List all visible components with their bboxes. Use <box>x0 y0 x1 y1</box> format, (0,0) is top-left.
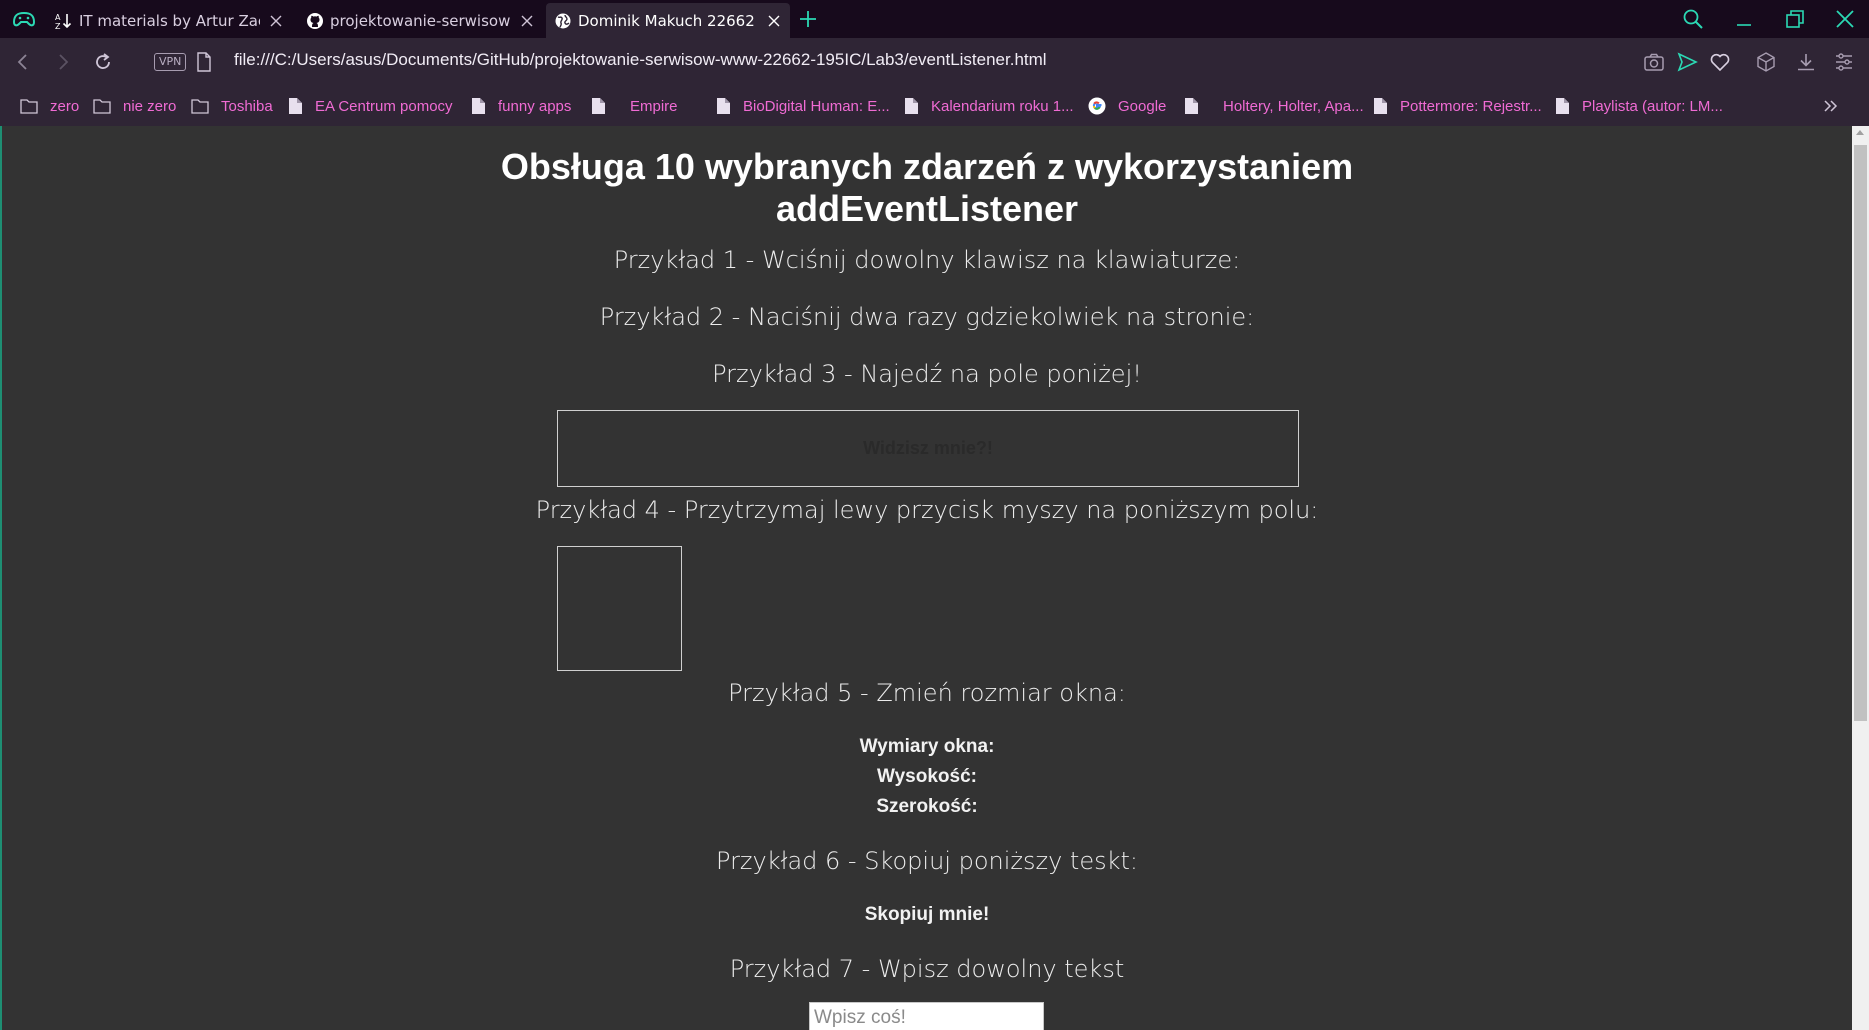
bookmark-funny-apps[interactable]: funny apps <box>471 86 571 126</box>
window-dimensions-label: Wymiary okna: <box>859 736 995 757</box>
tab-it-materials[interactable]: AZ IT materials by Artur Zacniewski <box>47 3 292 38</box>
send-flow-icon[interactable] <box>1676 51 1698 73</box>
window-height-label: Wysokość: <box>877 766 977 787</box>
bookmark-label: Pottermore: Rejestr... <box>1400 97 1542 115</box>
example-4-heading: Przykład 4 - Przytrzymaj lewy przycisk m… <box>535 496 1319 524</box>
minimize-icon[interactable] <box>1733 8 1755 30</box>
page-icon <box>592 98 605 114</box>
page-title: Obsługa 10 wybranych zdarzeń z wykorzyst… <box>2 146 1852 230</box>
page-icon <box>1185 98 1198 114</box>
bookmark-heart-icon[interactable] <box>1709 51 1731 73</box>
copy-me-text[interactable]: Skopiuj mnie! <box>2 904 1852 926</box>
scroll-up-arrow-icon[interactable] <box>1856 130 1864 135</box>
mousedown-box[interactable] <box>557 546 682 671</box>
back-icon[interactable] <box>12 51 34 73</box>
page-title-line-2: addEventListener <box>775 188 1079 229</box>
download-icon[interactable] <box>1795 51 1817 73</box>
bookmark-playlista[interactable]: Playlista (autor: LM... <box>1555 86 1723 126</box>
tab-title: projektowanie-serwisow-www <box>330 11 511 30</box>
page-icon <box>1374 98 1387 114</box>
search-tabs-icon[interactable] <box>1682 8 1704 30</box>
bookmark-label: EA Centrum pomocy <box>315 97 453 115</box>
snapshot-camera-icon[interactable] <box>1643 51 1665 73</box>
page-title-line-1: Obsługa 10 wybranych zdarzeń z wykorzyst… <box>500 146 1354 187</box>
close-tab-icon[interactable] <box>766 13 782 29</box>
forward-icon[interactable] <box>52 51 74 73</box>
page-viewport: Obsługa 10 wybranych zdarzeń z wykorzyst… <box>2 126 1852 1030</box>
page-icon <box>905 98 918 114</box>
bookmark-google[interactable]: Google <box>1088 86 1166 126</box>
page-icon <box>717 98 730 114</box>
close-tab-icon[interactable] <box>268 13 284 29</box>
example-3-heading: Przykład 3 - Najedź na pole poniżej! <box>712 360 1142 388</box>
svg-text:A: A <box>55 13 61 22</box>
tab-bar: AZ IT materials by Artur Zacniewski proj… <box>0 0 1869 38</box>
bookmark-kalendarium[interactable]: Kalendarium roku 1... <box>904 86 1074 126</box>
bookmark-label: Google <box>1118 97 1167 115</box>
file-page-icon[interactable] <box>196 52 212 72</box>
close-tab-icon[interactable] <box>519 13 535 29</box>
globe-icon <box>554 12 572 30</box>
address-bar-row: VPN file:///C:/Users/asus/Documents/GitH… <box>0 38 1869 86</box>
close-window-icon[interactable] <box>1834 8 1856 30</box>
bookmark-label: Playlista (autor: LM... <box>1582 97 1723 115</box>
hover-box[interactable]: Widzisz mnie?! <box>557 410 1299 487</box>
more-bookmarks-chevron-icon[interactable] <box>1820 95 1842 117</box>
folder-icon <box>20 99 38 114</box>
bookmark-label: nie zero <box>123 97 177 115</box>
page-icon <box>472 98 485 114</box>
hover-box-text: Widzisz mnie?! <box>863 438 993 458</box>
bookmark-folder-toshiba[interactable]: Toshiba <box>191 86 273 126</box>
az-sort-icon: AZ <box>55 12 73 30</box>
tab-github-repo[interactable]: projektowanie-serwisow-www <box>298 3 543 38</box>
bookmark-label: BioDigital Human: E... <box>743 97 890 115</box>
vpn-badge[interactable]: VPN <box>154 53 187 71</box>
text-input[interactable] <box>809 1002 1044 1030</box>
gx-corner-icon[interactable] <box>10 8 38 30</box>
extensions-cube-icon[interactable] <box>1755 51 1777 73</box>
svg-text:Z: Z <box>55 22 61 30</box>
bookmark-folder-zero[interactable]: zero <box>20 86 79 126</box>
bookmarks-bar: zero nie zero Toshiba EA Centrum pomocy … <box>0 86 1869 126</box>
google-icon <box>1088 97 1106 115</box>
example-2-heading: Przykład 2 - Naciśnij dwa razy gdziekolw… <box>599 303 1255 331</box>
easy-setup-icon[interactable] <box>1833 51 1855 73</box>
page-icon <box>1556 98 1569 114</box>
bookmark-label: funny apps <box>498 97 572 115</box>
github-icon <box>306 12 324 30</box>
bookmark-folder-nie-zero[interactable]: nie zero <box>93 86 176 126</box>
bookmark-label: Kalendarium roku 1... <box>931 97 1074 115</box>
bookmark-label: Empire <box>630 97 678 115</box>
bookmark-label: zero <box>50 97 80 115</box>
scrollbar[interactable] <box>1852 126 1869 1030</box>
example-1-heading: Przykład 1 - Wciśnij dowolny klawisz na … <box>613 246 1241 274</box>
new-tab-plus-icon[interactable] <box>797 8 819 30</box>
bookmark-empire[interactable]: Empire <box>591 86 678 126</box>
bookmark-label: Holtery, Holter, Apa... <box>1223 97 1364 115</box>
scrollbar-thumb[interactable] <box>1854 145 1867 721</box>
window-width-label: Szerokość: <box>876 796 978 817</box>
restore-window-icon[interactable] <box>1784 8 1806 30</box>
page-icon <box>289 98 302 114</box>
tab-title: IT materials by Artur Zacniewski <box>79 11 260 30</box>
tab-active-page[interactable]: Dominik Makuch 22662 <box>546 3 790 38</box>
example-7-heading: Przykład 7 - Wpisz dowolny tekst <box>729 955 1125 983</box>
folder-icon <box>191 99 209 114</box>
reload-icon[interactable] <box>92 51 114 73</box>
tab-title: Dominik Makuch 22662 <box>578 11 755 30</box>
folder-icon <box>93 99 111 114</box>
url-field[interactable]: file:///C:/Users/asus/Documents/GitHub/p… <box>234 50 1047 70</box>
example-6-heading: Przykład 6 - Skopiuj poniższy teskt: <box>716 847 1138 875</box>
bookmark-ea-centrum[interactable]: EA Centrum pomocy <box>288 86 453 126</box>
bookmark-label: Toshiba <box>221 97 273 115</box>
bookmark-holtery[interactable]: Holtery, Holter, Apa... <box>1184 86 1364 126</box>
bookmark-pottermore[interactable]: Pottermore: Rejestr... <box>1373 86 1542 126</box>
example-5-heading: Przykład 5 - Zmień rozmiar okna: <box>728 679 1126 707</box>
bookmark-biodigital[interactable]: BioDigital Human: E... <box>716 86 890 126</box>
